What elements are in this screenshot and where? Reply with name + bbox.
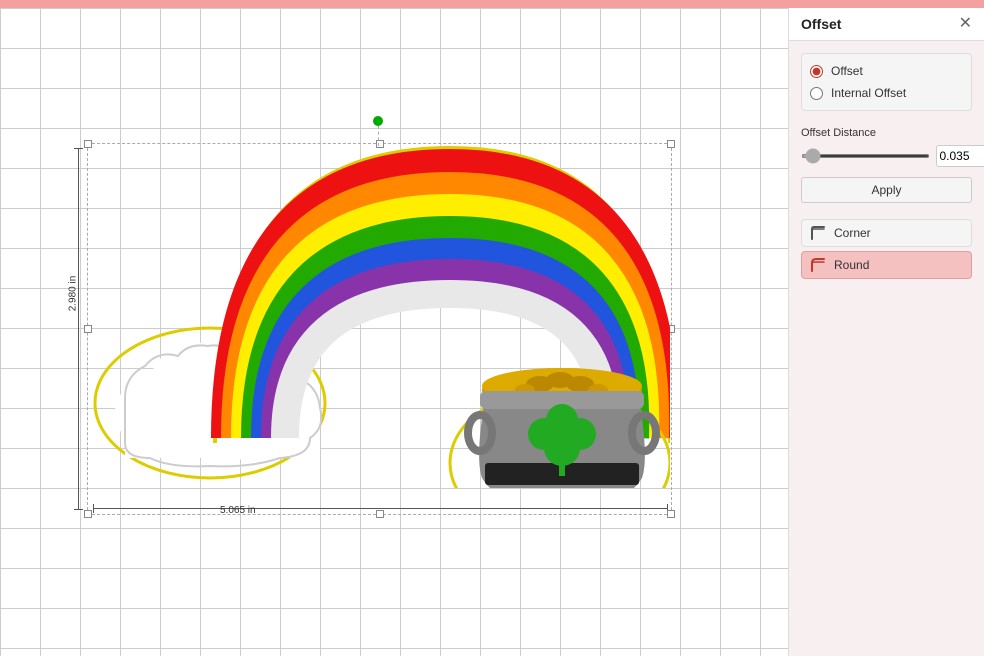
round-button[interactable]: Round — [801, 251, 972, 279]
panel-body: Offset Internal Offset Offset Distance 0… — [789, 41, 984, 656]
distance-input[interactable]: 0.035 — [936, 145, 984, 167]
offset-radio[interactable] — [810, 65, 823, 78]
canvas-area: 2.980 in 5.065 in — [0, 8, 788, 656]
apply-button[interactable]: Apply — [801, 177, 972, 203]
main-area: 2.980 in 5.065 in — [0, 8, 984, 656]
distance-slider[interactable] — [801, 154, 930, 158]
internal-offset-radio[interactable] — [810, 87, 823, 100]
panel-title: Offset — [801, 16, 841, 32]
round-button-label: Round — [834, 258, 869, 272]
distance-row: 0.035 ▲ ▼ in — [801, 145, 972, 167]
corner-icon — [810, 225, 826, 241]
internal-offset-radio-item: Internal Offset — [810, 82, 963, 104]
illustration — [70, 108, 670, 488]
dim-arrow-bottom — [74, 509, 83, 510]
offset-radio-label: Offset — [831, 64, 863, 78]
corner-button[interactable]: Corner — [801, 219, 972, 247]
corner-button-label: Corner — [834, 226, 871, 240]
handle-bm[interactable] — [376, 510, 384, 518]
internal-offset-radio-label: Internal Offset — [831, 86, 906, 100]
round-icon — [810, 257, 826, 273]
offset-type-group: Offset Internal Offset — [801, 53, 972, 111]
distance-section-label: Offset Distance — [801, 127, 972, 139]
right-panel: Offset ✕ Offset Internal Offset Offset D… — [788, 8, 984, 656]
handle-bl[interactable] — [84, 510, 92, 518]
handle-br[interactable] — [667, 510, 675, 518]
panel-header: Offset ✕ — [789, 8, 984, 41]
close-button[interactable]: ✕ — [959, 16, 972, 32]
top-bar — [0, 0, 984, 8]
offset-radio-item: Offset — [810, 60, 963, 82]
